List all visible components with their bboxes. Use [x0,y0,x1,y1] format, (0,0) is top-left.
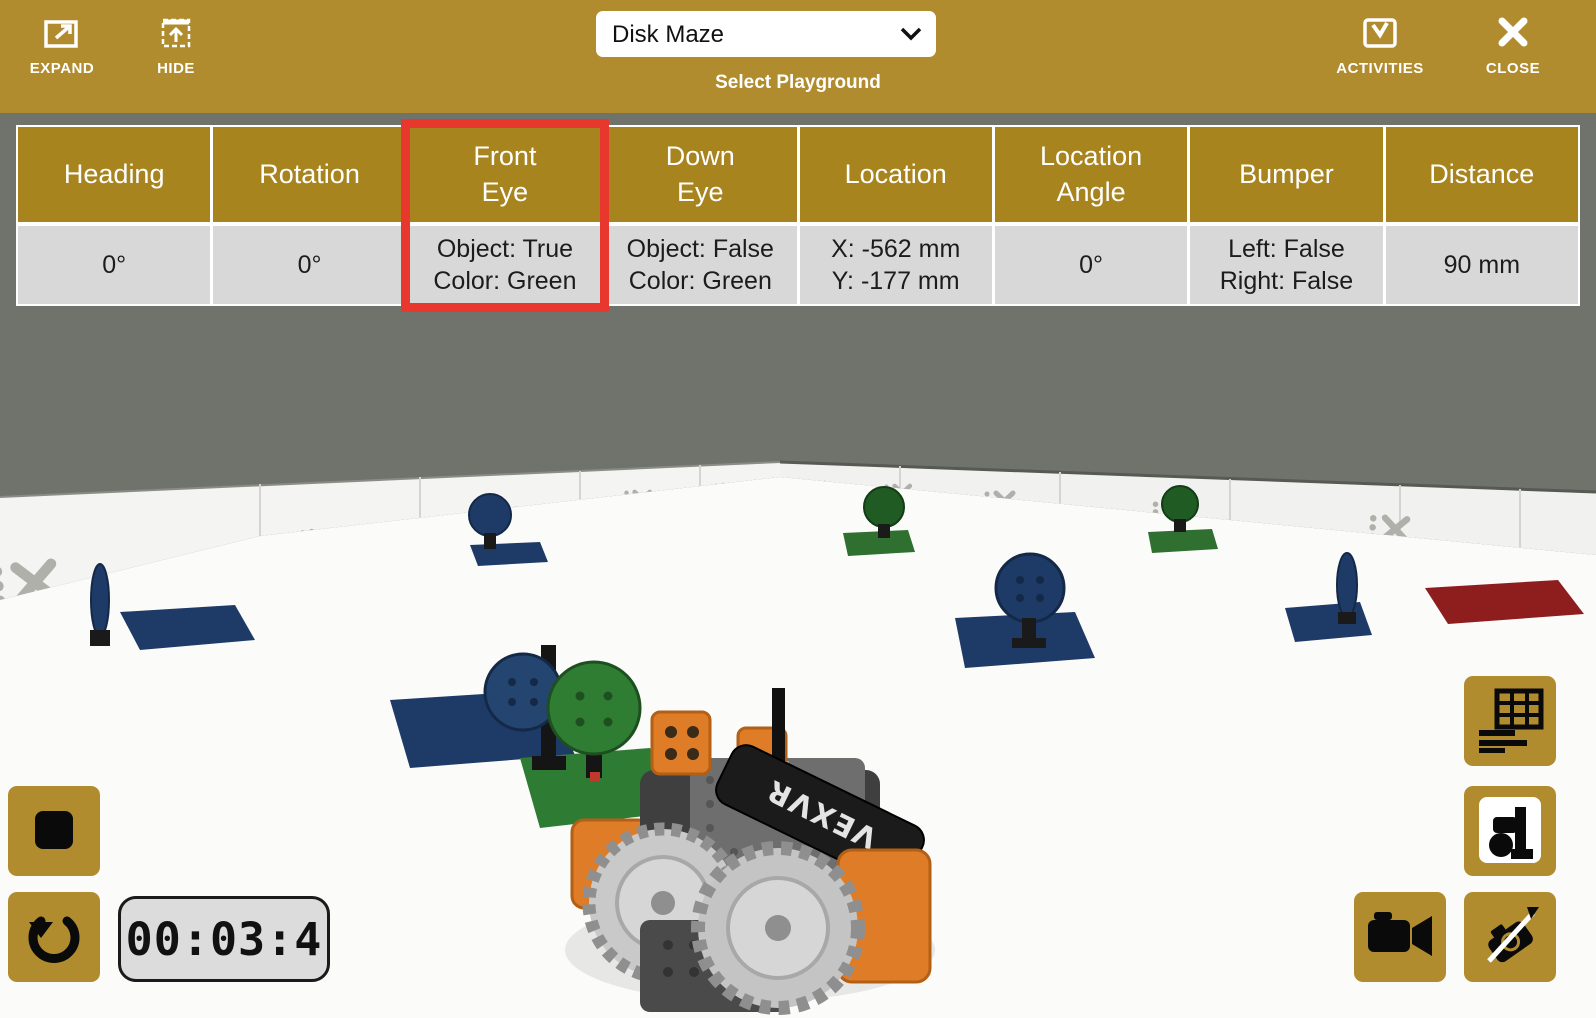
rotation-value: 0° [213,226,405,304]
robot-camera-icon [1475,795,1545,868]
top-toolbar: EXPAND HIDE Disk Maze Select Playground [0,0,1596,113]
camera-flash-button[interactable] [1464,892,1556,982]
checkbox-icon [1360,16,1400,53]
column-front-eye: Front Eye Object: True Color: Green [409,127,601,304]
bumper-header: Bumper [1190,127,1382,222]
location-angle-header: Location Angle [995,127,1187,222]
close-button[interactable]: CLOSE [1473,16,1553,77]
heading-header: Heading [18,127,210,222]
down-eye-header: Down Eye [604,127,796,222]
column-distance: Distance 90 mm [1386,127,1578,304]
x-icon [1495,16,1531,53]
distance-header: Distance [1386,127,1578,222]
playground-select-wrap: Disk Maze [596,11,936,57]
column-down-eye: Down Eye Object: False Color: Green [604,127,796,304]
bumper-value: Left: False Right: False [1190,226,1382,304]
column-heading: Heading 0° [18,127,210,304]
camera-flash-icon [1477,903,1543,972]
distance-value: 90 mm [1386,226,1578,304]
robot-view-button[interactable] [1464,786,1556,876]
rotation-header: Rotation [213,127,405,222]
front-eye-header: Front Eye [409,127,601,222]
column-bumper: Bumper Left: False Right: False [1190,127,1382,304]
hide-button[interactable]: HIDE [136,16,216,77]
location-header: Location [800,127,992,222]
circular-arrow-icon [26,908,82,967]
window-expand-icon [42,16,82,53]
stop-square-icon [31,807,77,856]
stop-button[interactable] [8,786,100,876]
location-value: X: -562 mm Y: -177 mm [800,226,992,304]
front-eye-value: Object: True Color: Green [409,226,601,304]
data-table-icon [1475,687,1545,756]
window-hide-icon [156,16,196,53]
heading-value: 0° [18,226,210,304]
column-location: Location X: -562 mm Y: -177 mm [800,127,992,304]
activities-label: ACTIVITIES [1336,60,1424,77]
playground-select[interactable]: Disk Maze [596,11,936,57]
close-label: CLOSE [1486,60,1540,77]
sensor-dashboard-table: Heading 0° Rotation 0° Front Eye Object:… [16,125,1580,306]
video-camera-icon [1364,906,1436,969]
column-location-angle: Location Angle 0° [995,127,1187,304]
location-angle-value: 0° [995,226,1187,304]
expand-button[interactable]: EXPAND [22,16,102,77]
activities-button[interactable]: ACTIVITIES [1318,16,1442,77]
timer-display: 00:03:4 [118,896,330,982]
dashboard-toggle-button[interactable] [1464,676,1556,766]
column-rotation: Rotation 0° [213,127,405,304]
restart-button[interactable] [8,892,100,982]
down-eye-value: Object: False Color: Green [604,226,796,304]
video-camera-button[interactable] [1354,892,1446,982]
